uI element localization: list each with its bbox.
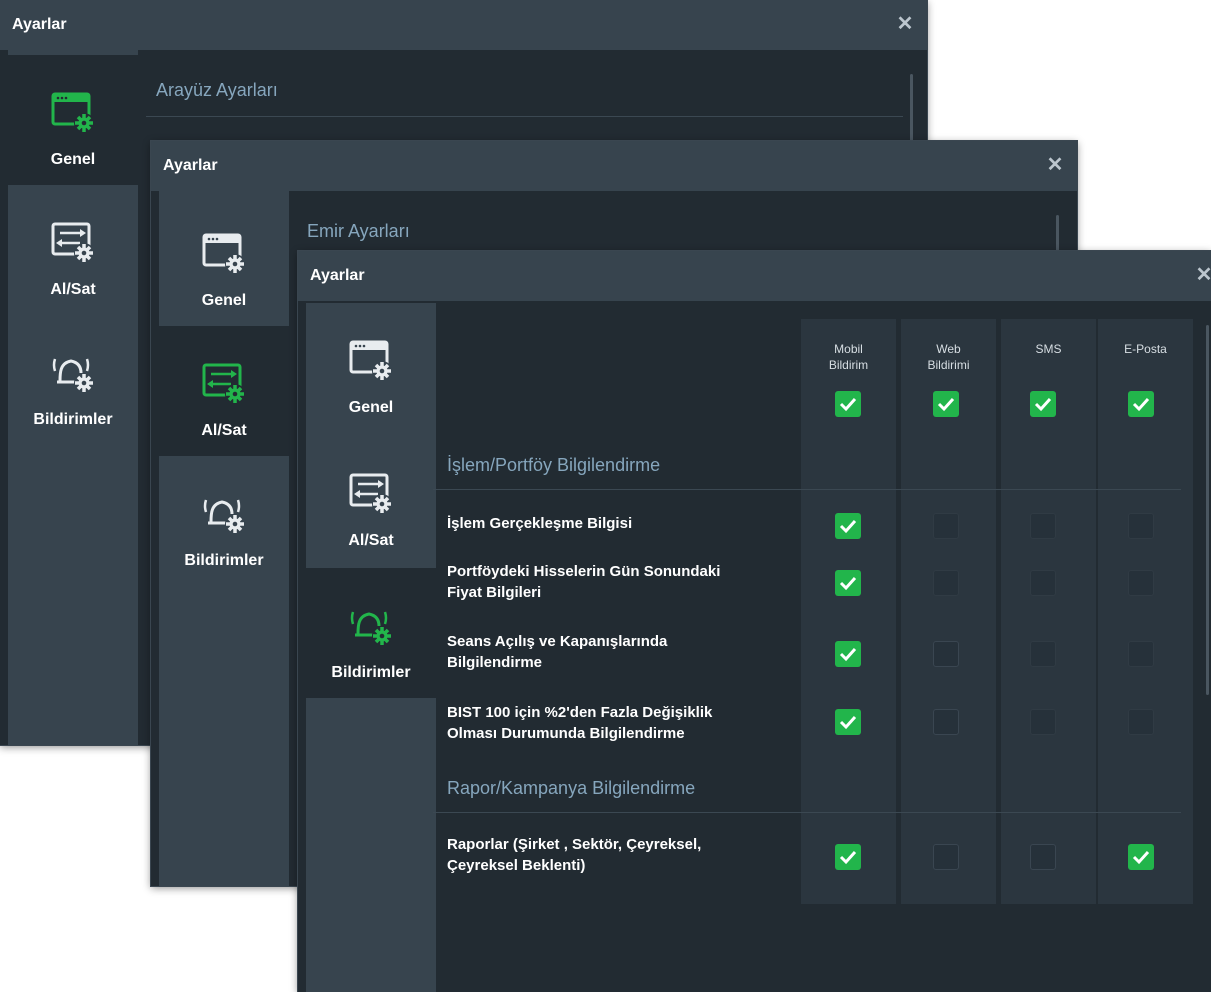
scrollbar[interactable] — [1206, 325, 1209, 695]
checkbox-seans-sms[interactable] — [1030, 641, 1056, 667]
nav-item-genel[interactable]: Genel — [159, 196, 289, 326]
nav-item-bildirimler[interactable]: Bildirimler — [306, 568, 436, 698]
nav-item-label: Bildirimler — [184, 552, 264, 569]
nav-item-label: Genel — [348, 399, 394, 416]
nav-item-label: Genel — [50, 151, 96, 168]
checkbox-rapor-mobil[interactable] — [835, 844, 861, 870]
select-all-checkbox-sms[interactable] — [1030, 391, 1056, 417]
transfer-gear-icon — [51, 222, 94, 263]
settings-sidebar: Genel Al/Sat Bildirimler — [8, 50, 138, 745]
check-icon — [839, 647, 857, 662]
row-label: BIST 100 için %2'den Fazla Değişiklik Ol… — [447, 704, 713, 742]
nav-item-alsat[interactable]: Al/Sat — [159, 326, 289, 456]
bell-gear-icon — [203, 499, 245, 534]
select-all-checkbox-eposta[interactable] — [1128, 391, 1154, 417]
checkbox-bist-web[interactable] — [933, 709, 959, 735]
checkbox-portfoy-web[interactable] — [933, 570, 959, 596]
bell-gear-icon — [52, 358, 94, 393]
transfer-gear-icon — [349, 473, 392, 514]
check-icon — [839, 397, 857, 412]
checkbox-rapor-sms[interactable] — [1030, 844, 1056, 870]
settings-sidebar: Genel Al/Sat Bildirimler — [159, 191, 289, 886]
checkbox-islem-mobil[interactable] — [835, 513, 861, 539]
checkbox-seans-mobil[interactable] — [835, 641, 861, 667]
nav-item-bildirimler[interactable]: Bildirimler — [8, 315, 138, 445]
checkbox-portfoy-sms[interactable] — [1030, 570, 1056, 596]
nav-item-label: Al/Sat — [50, 281, 96, 298]
nav-item-alsat[interactable]: Al/Sat — [306, 436, 436, 566]
row-label: Portföydeki Hisselerin Gün Sonundaki Fiy… — [447, 563, 721, 601]
window-title: Ayarlar — [310, 267, 365, 284]
window-title: Ayarlar — [12, 16, 67, 33]
section-title: Arayüz Ayarları — [156, 80, 278, 100]
check-icon — [839, 519, 857, 534]
nav-item-bildirimler[interactable]: Bildirimler — [159, 456, 289, 586]
check-icon — [839, 715, 857, 730]
section-divider — [146, 116, 903, 117]
checkbox-bist-eposta[interactable] — [1128, 709, 1154, 735]
window-gear-icon — [349, 340, 392, 381]
nav-item-genel[interactable]: Genel — [306, 303, 436, 433]
checkbox-seans-eposta[interactable] — [1128, 641, 1154, 667]
window-titlebar[interactable]: Ayarlar ✕ — [151, 141, 1077, 191]
checkbox-portfoy-mobil[interactable] — [835, 570, 861, 596]
check-icon — [1034, 397, 1052, 412]
window-title: Ayarlar — [163, 157, 218, 174]
column-header: SMS — [1035, 342, 1062, 356]
checkbox-bist-mobil[interactable] — [835, 709, 861, 735]
nav-item-genel[interactable]: Genel — [8, 55, 138, 185]
nav-item-label: Al/Sat — [201, 422, 247, 439]
row-label: İşlem Gerçekleşme Bilgisi — [447, 515, 633, 532]
notification-settings: Mobil Bildirim Web Bildirimi SMS E-Posta — [433, 301, 1211, 992]
checkbox-bist-sms[interactable] — [1030, 709, 1056, 735]
section-title: Emir Ayarları — [307, 221, 410, 241]
section-title: İşlem/Portföy Bilgilendirme — [447, 455, 661, 475]
checkbox-portfoy-eposta[interactable] — [1128, 570, 1154, 596]
bell-gear-icon — [350, 611, 392, 646]
check-icon — [937, 397, 955, 412]
checkbox-rapor-eposta[interactable] — [1128, 844, 1154, 870]
check-icon — [1132, 850, 1150, 865]
close-icon[interactable]: ✕ — [1045, 155, 1065, 175]
section-divider — [433, 812, 1181, 813]
column-header: Web Bildirimi — [927, 342, 970, 372]
nav-item-label: Genel — [201, 292, 247, 309]
check-icon — [839, 850, 857, 865]
check-icon — [1132, 397, 1150, 412]
section-title: Rapor/Kampanya Bilgilendirme — [447, 778, 696, 798]
checkbox-seans-web[interactable] — [933, 641, 959, 667]
select-all-checkbox-mobil[interactable] — [835, 391, 861, 417]
checkbox-rapor-web[interactable] — [933, 844, 959, 870]
select-all-checkbox-web[interactable] — [933, 391, 959, 417]
window-titlebar[interactable]: Ayarlar ✕ — [0, 0, 927, 50]
settings-window-bildirimler: Ayarlar ✕ Genel Al/Sat Bildirimler Mobil… — [298, 251, 1211, 992]
check-icon — [839, 576, 857, 591]
row-label: Raporlar (Şirket , Sektör, Çeyreksel, Çe… — [447, 836, 702, 874]
window-gear-icon — [51, 92, 94, 133]
column-header: Mobil Bildirim — [828, 342, 869, 372]
settings-sidebar: Genel Al/Sat Bildirimler — [306, 303, 436, 992]
nav-item-label: Bildirimler — [331, 664, 411, 681]
close-icon[interactable]: ✕ — [895, 14, 915, 34]
window-titlebar[interactable]: Ayarlar ✕ — [298, 251, 1211, 301]
section-divider — [433, 489, 1181, 490]
window-gear-icon — [202, 233, 245, 274]
nav-item-label: Bildirimler — [33, 411, 113, 428]
nav-item-alsat[interactable]: Al/Sat — [8, 185, 138, 315]
checkbox-islem-web[interactable] — [933, 513, 959, 539]
column-header: E-Posta — [1124, 342, 1167, 356]
nav-item-label: Al/Sat — [348, 532, 394, 549]
row-label: Seans Açılış ve Kapanışlarında Bilgilend… — [447, 633, 668, 671]
close-icon[interactable]: ✕ — [1194, 265, 1211, 285]
transfer-gear-icon — [202, 363, 245, 404]
checkbox-islem-eposta[interactable] — [1128, 513, 1154, 539]
checkbox-islem-sms[interactable] — [1030, 513, 1056, 539]
